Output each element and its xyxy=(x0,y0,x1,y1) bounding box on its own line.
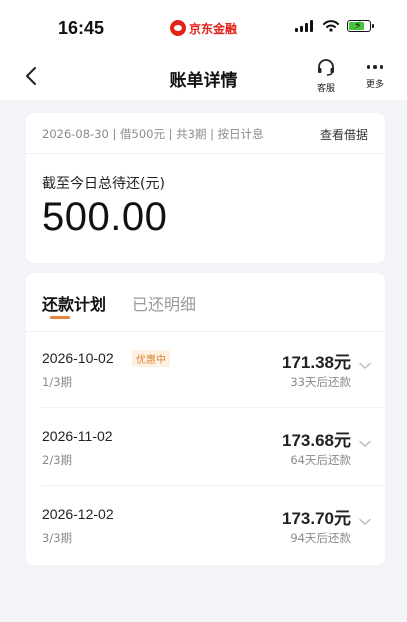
nav-bar: 账单详情 客服 更多 xyxy=(0,52,407,100)
total-due-label: 截至今日总待还(元) xyxy=(42,176,165,192)
installment-date: 2026-12-02 xyxy=(42,506,114,522)
chevron-down-icon xyxy=(359,362,371,369)
more-button[interactable]: 更多 xyxy=(360,58,390,90)
customer-service-label: 客服 xyxy=(316,84,335,94)
installment-amount: 171.38元 xyxy=(282,353,351,372)
installment-period: 3/3期 xyxy=(42,531,73,545)
more-label: 更多 xyxy=(365,80,384,90)
installment-row[interactable]: 2026-11-02 2/3期 173.68元 64天后还款 xyxy=(26,410,385,486)
app-badge: 京东金融 xyxy=(170,17,237,39)
installment-amount: 173.68元 xyxy=(282,431,351,450)
app-badge-label: 京东金融 xyxy=(189,21,238,36)
headset-icon xyxy=(318,59,334,76)
status-time: 16:45 xyxy=(58,18,105,38)
tab-repaid-details[interactable]: 已还明细 xyxy=(132,291,196,315)
installment-period: 2/3期 xyxy=(42,453,73,467)
bill-detail-page: 16:45 京东金融 ⚡ 账单详情 客服 更多 2026-08-30 | 借50… xyxy=(0,0,407,622)
installment-row[interactable]: 2026-12-02 3/3期 173.70元 94天后还款 xyxy=(26,488,385,564)
summary-divider xyxy=(26,153,385,154)
customer-service-button[interactable]: 客服 xyxy=(311,58,341,94)
loan-info: 2026-08-30 | 借500元 | 共3期 | 按日计息 xyxy=(42,127,264,141)
promo-tag: 优惠中 xyxy=(132,350,170,367)
installment-amount: 173.70元 xyxy=(282,509,351,528)
row-divider xyxy=(42,485,385,486)
chevron-down-icon xyxy=(359,518,371,525)
plan-tabs: 还款计划 已还明细 xyxy=(42,291,222,315)
total-due-amount: 500.00 xyxy=(42,195,168,239)
wifi-icon xyxy=(323,20,339,32)
installment-period: 1/3期 xyxy=(42,375,73,389)
installment-row[interactable]: 2026-10-02 优惠中 1/3期 171.38元 33天后还款 xyxy=(26,332,385,408)
chevron-down-icon xyxy=(359,440,371,447)
installment-countdown: 33天后还款 xyxy=(290,375,351,389)
repayment-plan-card: 还款计划 已还明细 2026-10-02 优惠中 1/3期 171.38元 33… xyxy=(26,273,385,565)
installment-date: 2026-10-02 xyxy=(42,350,114,366)
installment-countdown: 64天后还款 xyxy=(290,453,351,467)
bill-summary-card: 2026-08-30 | 借500元 | 共3期 | 按日计息 查看借据 截至今… xyxy=(26,113,385,263)
view-contract-link[interactable]: 查看借据 xyxy=(320,126,368,143)
cellular-signal-icon xyxy=(295,20,315,32)
system-icons: ⚡ xyxy=(295,19,374,32)
active-tab-indicator xyxy=(50,316,70,319)
tab-repayment-plan[interactable]: 还款计划 xyxy=(42,291,106,315)
more-dots-icon xyxy=(360,58,390,76)
status-bar: 16:45 京东金融 ⚡ xyxy=(0,0,407,52)
jd-logo-icon xyxy=(170,20,186,36)
installment-countdown: 94天后还款 xyxy=(290,531,351,545)
installment-date: 2026-11-02 xyxy=(42,428,113,444)
page-title: 账单详情 xyxy=(169,71,238,91)
battery-icon: ⚡ xyxy=(347,19,374,32)
row-divider xyxy=(42,407,385,408)
